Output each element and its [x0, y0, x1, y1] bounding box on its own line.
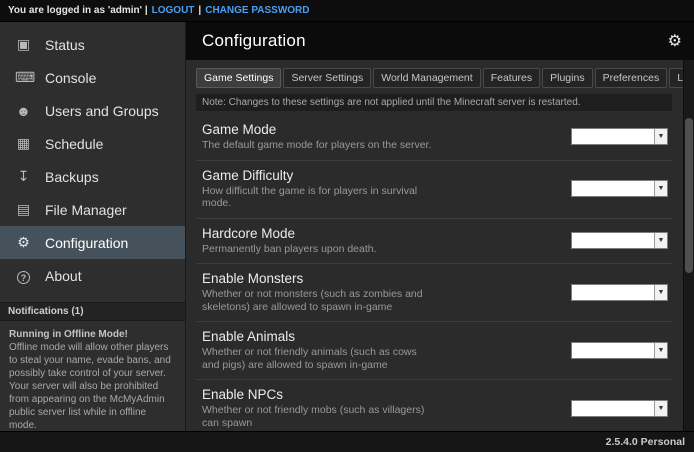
select-value [572, 343, 654, 358]
setting-title: Game Difficulty [202, 168, 437, 183]
version-label: 2.5.4.0 Personal [606, 436, 685, 448]
mcmyadmin-window: You are logged in as 'admin' | LOGOUT | … [0, 0, 694, 452]
logout-link[interactable]: LOGOUT [152, 5, 195, 16]
tab-game-settings[interactable]: Game Settings [196, 68, 281, 88]
configuration-gear-icon: ⚙ [15, 234, 32, 251]
scrollbar-thumb[interactable] [685, 118, 693, 273]
notification-offline-mode: Running in Offline Mode! Offline mode wi… [0, 321, 185, 439]
tab-features[interactable]: Features [483, 68, 540, 88]
link-separator: | [198, 5, 201, 16]
tab-bar: Game Settings Server Settings World Mana… [196, 68, 672, 88]
setting-title: Enable NPCs [202, 387, 437, 402]
chevron-down-icon: ▼ [654, 233, 667, 248]
tab-server-settings[interactable]: Server Settings [283, 68, 371, 88]
select-value [572, 233, 654, 248]
enable-monsters-select[interactable]: ▼ [571, 284, 668, 301]
restart-note: Note: Changes to these settings are not … [196, 94, 672, 111]
sidebar: ▣ Status ⌨ Console ☻ Users and Groups ▦ … [0, 22, 186, 431]
setting-row-game-difficulty: Game Difficulty How difficult the game i… [196, 161, 672, 219]
select-value [572, 401, 654, 416]
notifications-header: Notifications (1) [0, 302, 185, 321]
logged-in-text: You are logged in as 'admin' | [8, 5, 148, 16]
console-icon: ⌨ [15, 69, 32, 86]
main-header: Configuration ⚙ [186, 22, 694, 60]
top-bar: You are logged in as 'admin' | LOGOUT | … [0, 0, 694, 22]
file-manager-icon: ▤ [15, 201, 32, 218]
sidebar-item-label: Configuration [45, 235, 128, 251]
setting-row-enable-npcs: Enable NPCs Whether or not friendly mobs… [196, 380, 672, 431]
chevron-down-icon: ▼ [654, 343, 667, 358]
setting-description: Permanently ban players upon death. [202, 243, 377, 256]
configuration-content: Game Settings Server Settings World Mana… [186, 60, 694, 431]
game-mode-select[interactable]: ▼ [571, 128, 668, 145]
vertical-scrollbar[interactable] [683, 60, 694, 431]
page-title: Configuration [202, 31, 306, 51]
enable-npcs-select[interactable]: ▼ [571, 400, 668, 417]
setting-description: Whether or not friendly animals (such as… [202, 346, 437, 371]
sidebar-item-about[interactable]: ? About [0, 259, 185, 292]
hardcore-mode-select[interactable]: ▼ [571, 232, 668, 249]
sidebar-item-label: Console [45, 70, 96, 86]
tab-world-management[interactable]: World Management [373, 68, 480, 88]
sidebar-item-status[interactable]: ▣ Status [0, 28, 185, 61]
about-question-icon: ? [15, 268, 32, 284]
sidebar-item-users-and-groups[interactable]: ☻ Users and Groups [0, 94, 185, 127]
tab-plugins[interactable]: Plugins [542, 68, 592, 88]
chevron-down-icon: ▼ [654, 285, 667, 300]
tab-preferences[interactable]: Preferences [595, 68, 668, 88]
enable-animals-select[interactable]: ▼ [571, 342, 668, 359]
sidebar-item-label: Schedule [45, 136, 103, 152]
notification-title: Running in Offline Mode! [9, 328, 176, 341]
users-icon: ☻ [15, 103, 32, 119]
sidebar-item-label: Status [45, 37, 85, 53]
sidebar-item-label: Users and Groups [45, 103, 159, 119]
footer-bar: 2.5.4.0 Personal [0, 431, 694, 452]
sidebar-item-backups[interactable]: ↧ Backups [0, 160, 185, 193]
setting-title: Hardcore Mode [202, 226, 377, 241]
sidebar-item-schedule[interactable]: ▦ Schedule [0, 127, 185, 160]
select-value [572, 285, 654, 300]
backups-icon: ↧ [15, 168, 32, 185]
setting-title: Enable Animals [202, 329, 437, 344]
sidebar-item-configuration[interactable]: ⚙ Configuration [0, 226, 185, 259]
sidebar-nav: ▣ Status ⌨ Console ☻ Users and Groups ▦ … [0, 22, 185, 292]
chevron-down-icon: ▼ [654, 401, 667, 416]
schedule-icon: ▦ [15, 135, 32, 152]
select-value [572, 129, 654, 144]
sidebar-item-file-manager[interactable]: ▤ File Manager [0, 193, 185, 226]
notification-body-text: Offline mode will allow other players to… [9, 342, 171, 431]
chevron-down-icon: ▼ [654, 181, 667, 196]
setting-row-enable-animals: Enable Animals Whether or not friendly a… [196, 322, 672, 380]
select-value [572, 181, 654, 196]
setting-description: The default game mode for players on the… [202, 139, 431, 152]
game-difficulty-select[interactable]: ▼ [571, 180, 668, 197]
status-icon: ▣ [15, 36, 32, 53]
sidebar-item-label: File Manager [45, 202, 127, 218]
setting-row-enable-monsters: Enable Monsters Whether or not monsters … [196, 264, 672, 322]
setting-description: Whether or not friendly mobs (such as vi… [202, 404, 437, 429]
sidebar-item-label: About [45, 268, 82, 284]
main-panel: Configuration ⚙ Game Settings Server Set… [186, 22, 694, 431]
change-password-link[interactable]: CHANGE PASSWORD [205, 5, 309, 16]
setting-description: Whether or not monsters (such as zombies… [202, 288, 437, 313]
chevron-down-icon: ▼ [654, 129, 667, 144]
setting-description: How difficult the game is for players in… [202, 185, 437, 210]
setting-title: Game Mode [202, 122, 431, 137]
setting-row-game-mode: Game Mode The default game mode for play… [196, 115, 672, 161]
setting-row-hardcore-mode: Hardcore Mode Permanently ban players up… [196, 219, 672, 265]
sidebar-item-label: Backups [45, 169, 99, 185]
setting-title: Enable Monsters [202, 271, 437, 286]
settings-gear-icon[interactable]: ⚙ [668, 31, 682, 51]
sidebar-item-console[interactable]: ⌨ Console [0, 61, 185, 94]
